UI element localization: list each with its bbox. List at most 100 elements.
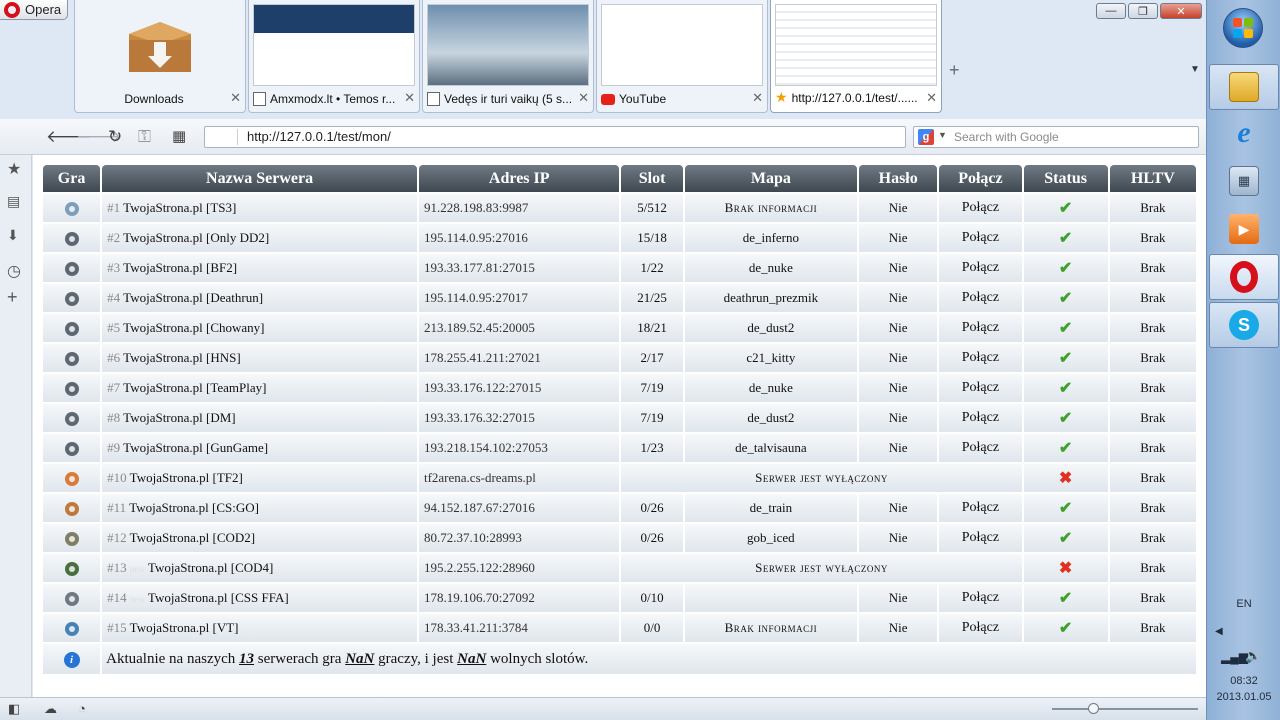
history-clock-icon[interactable]: ◷ bbox=[7, 261, 21, 281]
taskbar-internet-explorer[interactable]: e bbox=[1209, 110, 1279, 156]
tab-close-icon[interactable]: ✕ bbox=[230, 90, 241, 106]
server-password: Nie bbox=[859, 224, 938, 252]
connect-link[interactable]: Połącz bbox=[939, 314, 1022, 342]
server-name[interactable]: TwojaStrona.pl [BF2] bbox=[123, 260, 237, 275]
network-signal-icon[interactable]: ▂▄▆ bbox=[1221, 650, 1248, 664]
server-row: #3 TwojaStrona.pl [BF2] 193.33.177.81:270… bbox=[43, 254, 1196, 282]
taskbar-calculator[interactable]: ▦ bbox=[1209, 158, 1279, 204]
server-ip: 178.255.41.211:27021 bbox=[418, 344, 620, 372]
server-name[interactable]: TwojaStrona.pl [DM] bbox=[123, 410, 235, 425]
turbo-gauge-icon[interactable]: ◔ bbox=[78, 701, 86, 716]
server-name[interactable]: TwojaStrona.pl [TF2] bbox=[130, 470, 243, 485]
connect-link[interactable]: Połącz bbox=[939, 494, 1022, 522]
google-icon[interactable]: g bbox=[918, 129, 934, 145]
connect-link[interactable]: Połącz bbox=[939, 584, 1022, 612]
search-box[interactable]: g ▼ bbox=[913, 126, 1199, 148]
add-panel-icon[interactable]: + bbox=[7, 287, 18, 308]
status-online-icon: ✔ bbox=[1058, 380, 1073, 397]
start-button[interactable] bbox=[1223, 8, 1263, 48]
server-password: Nie bbox=[859, 314, 938, 342]
game-cell bbox=[43, 404, 101, 432]
tab-close-icon[interactable]: ✕ bbox=[752, 90, 763, 106]
search-input[interactable] bbox=[954, 130, 1194, 144]
status-online-icon: ✔ bbox=[1058, 350, 1073, 367]
language-indicator[interactable]: EN bbox=[1207, 598, 1280, 610]
tab-menu-chevron-icon[interactable]: ▼ bbox=[1190, 64, 1200, 75]
zoom-slider[interactable] bbox=[1052, 703, 1198, 714]
status-cell: ✔ bbox=[1023, 194, 1108, 222]
server-name[interactable]: TwojaStrona.pl [TS3] bbox=[123, 200, 236, 215]
volume-icon[interactable]: 🔊 bbox=[1245, 648, 1261, 664]
server-name[interactable]: TwojaStrona.pl [HNS] bbox=[123, 350, 241, 365]
panel-toggle-icon[interactable]: ◧ bbox=[8, 701, 20, 717]
connect-link[interactable]: Połącz bbox=[939, 224, 1022, 252]
tab-close-icon[interactable]: ✕ bbox=[578, 90, 589, 106]
close-window-button[interactable]: ✕ bbox=[1160, 3, 1202, 19]
search-engine-chevron-icon[interactable]: ▼ bbox=[938, 130, 947, 140]
server-name[interactable]: TwojaStrona.pl [Only DD2] bbox=[123, 230, 269, 245]
connect-link[interactable]: Połącz bbox=[939, 194, 1022, 222]
taskbar-media-player[interactable]: ▶ bbox=[1209, 206, 1279, 252]
server-name[interactable]: TwojaStrona.pl [CS:GO] bbox=[129, 500, 259, 515]
unite-cloud-icon[interactable]: ☁ bbox=[44, 701, 57, 717]
server-row: #1 TwojaStrona.pl [TS3] 91.228.198.83:998… bbox=[43, 194, 1196, 222]
tab-label-wrap: YouTube bbox=[601, 92, 747, 106]
game-cell bbox=[43, 344, 101, 372]
minimize-button[interactable]: — bbox=[1096, 3, 1126, 19]
status-offline-icon: ✖ bbox=[1058, 470, 1073, 487]
speed-dial-grid-icon[interactable]: ▦ bbox=[172, 127, 186, 145]
server-name[interactable]: TwojaStrona.pl [COD4] bbox=[148, 560, 273, 575]
server-slots: 1/23 bbox=[621, 434, 683, 462]
server-map: gob_iced bbox=[684, 524, 858, 552]
restore-button[interactable]: ❐ bbox=[1128, 3, 1158, 19]
system-clock[interactable]: 08:32 2013.01.05 bbox=[1207, 673, 1280, 705]
connect-link[interactable]: Połącz bbox=[939, 524, 1022, 552]
connect-link[interactable]: Połącz bbox=[939, 284, 1022, 312]
server-name[interactable]: TwojaStrona.pl [GunGame] bbox=[123, 440, 268, 455]
server-ip: tf2arena.cs-dreams.pl bbox=[418, 464, 620, 492]
connect-link[interactable]: Połącz bbox=[939, 254, 1022, 282]
taskbar-opera[interactable] bbox=[1209, 254, 1279, 300]
taskbar-skype[interactable]: S bbox=[1209, 302, 1279, 348]
server-name[interactable]: TwojaStrona.pl [Deathrun] bbox=[123, 290, 263, 305]
address-bar[interactable] bbox=[204, 126, 906, 148]
key-icon[interactable]: ⚿ bbox=[138, 127, 151, 147]
zoom-slider-knob[interactable] bbox=[1088, 703, 1099, 714]
tab-amxmodx[interactable]: Amxmodx.lt • Temos r... ✕ bbox=[248, 0, 420, 113]
opera-icon bbox=[1229, 261, 1259, 293]
server-ip: 195.114.0.95:27016 bbox=[418, 224, 620, 252]
downloads-icon[interactable]: ⬇ bbox=[7, 227, 19, 244]
side-panel: ★ ▤ ⬇ ◷ + bbox=[0, 155, 32, 697]
reload-icon[interactable]: ↻ bbox=[108, 127, 122, 147]
url-input[interactable] bbox=[247, 129, 887, 144]
tab-close-icon[interactable]: ✕ bbox=[404, 90, 415, 106]
server-name[interactable]: TwojaStrona.pl [COD2] bbox=[130, 530, 255, 545]
server-name[interactable]: TwojaStrona.pl [TeamPlay] bbox=[123, 380, 266, 395]
tab-downloads[interactable]: Downloads ✕ bbox=[74, 0, 246, 113]
server-row: #14 new TwojaStrona.pl [CSS FFA] 178.19.1… bbox=[43, 584, 1196, 612]
opera-menu-button[interactable]: Opera bbox=[0, 0, 68, 20]
server-ip: 193.33.176.32:27015 bbox=[418, 404, 620, 432]
tab-youtube[interactable]: YouTube ✕ bbox=[596, 0, 768, 113]
tab-veds[interactable]: Vedęs ir turi vaikų (5 s... ✕ bbox=[422, 0, 594, 113]
server-name[interactable]: TwojaStrona.pl [CSS FFA] bbox=[148, 590, 289, 605]
bookmarks-star-icon[interactable]: ★ bbox=[7, 159, 21, 179]
server-offline-text: Serwer jest wyłączony bbox=[621, 554, 1022, 582]
server-name[interactable]: TwojaStrona.pl [Chowany] bbox=[123, 320, 264, 335]
notes-icon[interactable]: ▤ bbox=[7, 193, 20, 210]
tray-expand-chevron-icon[interactable]: ◀ bbox=[1215, 626, 1223, 637]
server-row: #11 TwojaStrona.pl [CS:GO] 94.152.187.67:… bbox=[43, 494, 1196, 522]
server-hltv: Brak bbox=[1109, 434, 1196, 462]
tab-close-icon[interactable]: ✕ bbox=[926, 90, 937, 106]
connect-link[interactable]: Połącz bbox=[939, 344, 1022, 372]
connect-link[interactable]: Połącz bbox=[939, 404, 1022, 432]
server-name[interactable]: TwojaStrona.pl [VT] bbox=[130, 620, 239, 635]
connect-link[interactable]: Połącz bbox=[939, 614, 1022, 642]
server-password: Nie bbox=[859, 584, 938, 612]
new-label: new bbox=[129, 594, 145, 604]
new-tab-icon[interactable]: + bbox=[949, 60, 960, 81]
connect-link[interactable]: Połącz bbox=[939, 434, 1022, 462]
tab-server-monitor[interactable]: ★ http://127.0.0.1/test/...... ✕ bbox=[770, 0, 942, 113]
taskbar-explorer[interactable] bbox=[1209, 64, 1279, 110]
connect-link[interactable]: Połącz bbox=[939, 374, 1022, 402]
